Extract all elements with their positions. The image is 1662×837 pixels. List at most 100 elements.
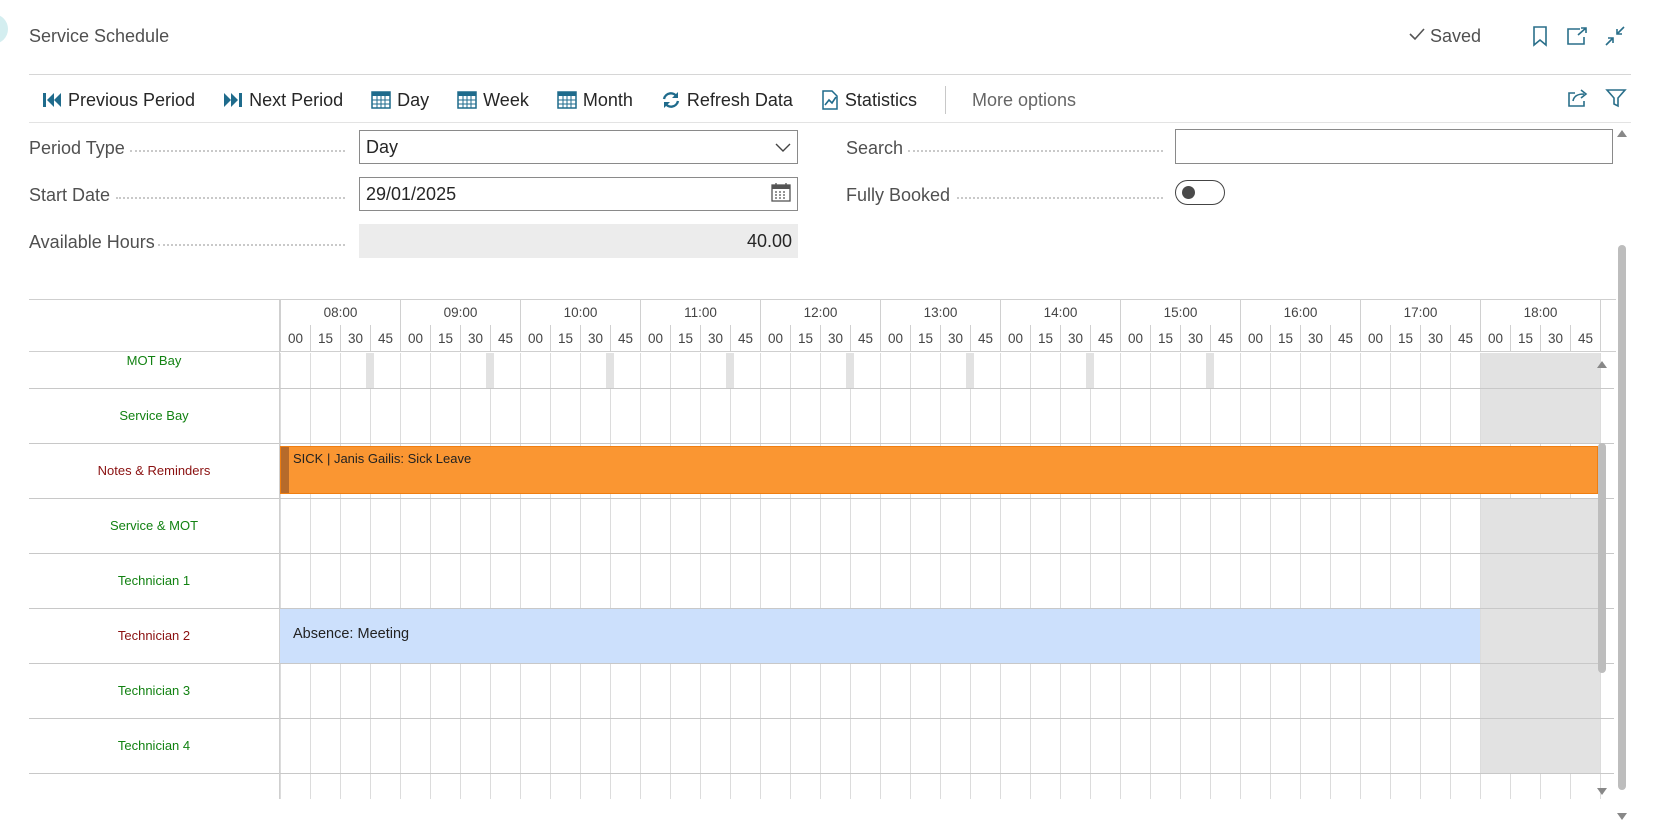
period-type-select[interactable]: Day: [359, 130, 798, 164]
calendar-grid-icon: [371, 91, 391, 109]
minute-header: 45: [1090, 325, 1120, 351]
next-period-button[interactable]: Next Period: [223, 90, 343, 111]
schedule-row[interactable]: MOT Bay: [29, 353, 1616, 388]
hour-header: 13:00: [880, 299, 1000, 325]
minute-header: 15: [310, 325, 340, 351]
closed-hours-block: [1481, 554, 1600, 608]
week-button[interactable]: Week: [457, 90, 529, 111]
absence-event[interactable]: Absence: Meeting: [280, 609, 1480, 663]
action-toolbar: Previous Period Next Period Day Week Mon…: [42, 84, 1104, 116]
available-hours-value: 40.00: [359, 224, 798, 258]
hour-header: 11:00: [640, 299, 760, 325]
schedule-body: MOT Bay Service Bay Notes & Reminders SICK …: [29, 353, 1616, 799]
more-options-button[interactable]: More options: [972, 90, 1076, 111]
minute-header: 15: [1150, 325, 1180, 351]
event-label: Absence: Meeting: [293, 626, 410, 642]
schedule-grid: 08:00 00 15 30 45 09:00 00 15 30 45 10:00 00 15 30 45 1…: [29, 299, 1616, 799]
next-period-icon: [223, 91, 243, 109]
minute-header: 00: [1120, 325, 1150, 351]
minute-header: 30: [340, 325, 370, 351]
scroll-up-arrow-icon[interactable]: [1617, 130, 1627, 137]
minute-header: 30: [820, 325, 850, 351]
bookmark-icon[interactable]: [1528, 24, 1552, 48]
slot-break-marker: [486, 353, 494, 388]
minute-header: 45: [1450, 325, 1480, 351]
minute-header: 00: [1240, 325, 1270, 351]
page-scrollbar-thumb[interactable]: [1618, 245, 1626, 790]
minute-header: 00: [1480, 325, 1510, 351]
chevron-down-icon: [775, 137, 791, 158]
schedule-scrollbar-thumb[interactable]: [1598, 443, 1606, 673]
minute-header: 45: [1210, 325, 1240, 351]
fully-booked-toggle[interactable]: [1175, 180, 1225, 205]
slot-break-marker: [966, 353, 974, 388]
slot-break-marker: [1206, 353, 1214, 388]
saved-label: Saved: [1430, 26, 1482, 46]
closed-hours-block: [1481, 609, 1600, 663]
collapse-icon[interactable]: [1603, 24, 1627, 48]
scroll-down-arrow-icon[interactable]: [1617, 813, 1627, 820]
minute-header: 15: [790, 325, 820, 351]
checkmark-icon: [1408, 26, 1426, 47]
share-icon[interactable]: [1566, 86, 1590, 110]
minute-header: 45: [970, 325, 1000, 351]
statistics-button[interactable]: Statistics: [821, 90, 917, 111]
scroll-up-arrow-icon[interactable]: [1597, 361, 1607, 368]
search-input[interactable]: [1175, 129, 1613, 164]
minute-header: 15: [550, 325, 580, 351]
period-type-value: Day: [366, 136, 399, 157]
minute-header: 30: [1420, 325, 1450, 351]
minute-header: 15: [430, 325, 460, 351]
schedule-row[interactable]: Technician 4: [29, 718, 1616, 773]
closed-hours-block: [1481, 719, 1600, 773]
schedule-scrollbar[interactable]: [1597, 355, 1607, 795]
schedule-row[interactable]: Service & MOT: [29, 498, 1616, 553]
minute-header: 15: [1510, 325, 1540, 351]
minute-header: 15: [1030, 325, 1060, 351]
sick-leave-event[interactable]: SICK | Janis Gailis: Sick Leave: [280, 446, 1598, 494]
minute-header: 00: [880, 325, 910, 351]
leader-dots: [908, 150, 1163, 152]
leader-dots: [130, 150, 345, 152]
hour-header: 12:00: [760, 299, 880, 325]
scroll-down-arrow-icon[interactable]: [1597, 788, 1607, 795]
schedule-row[interactable]: Technician 3: [29, 663, 1616, 718]
row-label: Service & MOT: [109, 518, 199, 533]
week-label: Week: [483, 89, 529, 110]
minute-header: 30: [1060, 325, 1090, 351]
row-label: Notes & Reminders: [97, 463, 211, 478]
calendar-icon[interactable]: [771, 182, 791, 207]
statistics-icon: [821, 90, 839, 110]
day-button[interactable]: Day: [371, 90, 429, 111]
next-period-label: Next Period: [249, 89, 344, 110]
header-end-border: [1600, 299, 1601, 351]
minute-header: 00: [280, 325, 310, 351]
schedule-row[interactable]: Technician 1: [29, 553, 1616, 608]
start-date-field[interactable]: 29/01/2025: [359, 177, 798, 211]
filter-icon[interactable]: [1604, 86, 1628, 110]
app-avatar-decoration: [0, 14, 8, 44]
refresh-data-label: Refresh Data: [686, 89, 793, 110]
open-new-window-icon[interactable]: [1565, 24, 1589, 48]
minute-header: 30: [580, 325, 610, 351]
minute-header: 30: [1180, 325, 1210, 351]
minute-header: 30: [460, 325, 490, 351]
closed-hours-block: [1481, 664, 1600, 718]
page-scrollbar[interactable]: [1617, 130, 1627, 820]
schedule-row[interactable]: Service Bay: [29, 388, 1616, 443]
minute-header: 15: [1390, 325, 1420, 351]
refresh-data-button[interactable]: Refresh Data: [661, 90, 793, 111]
minute-header: 00: [760, 325, 790, 351]
month-button[interactable]: Month: [557, 90, 633, 111]
row-label: Technician 1: [117, 573, 191, 588]
minute-header: 30: [1540, 325, 1570, 351]
minute-header: 30: [940, 325, 970, 351]
month-label: Month: [582, 89, 633, 110]
minute-header: 45: [1330, 325, 1360, 351]
minute-header: 45: [610, 325, 640, 351]
period-type-label: Period Type: [29, 138, 125, 158]
event-label: SICK | Janis Gailis: Sick Leave: [293, 451, 472, 466]
row-label: Service Bay: [119, 408, 189, 423]
closed-hours-block: [1481, 499, 1600, 553]
previous-period-button[interactable]: Previous Period: [42, 90, 195, 111]
